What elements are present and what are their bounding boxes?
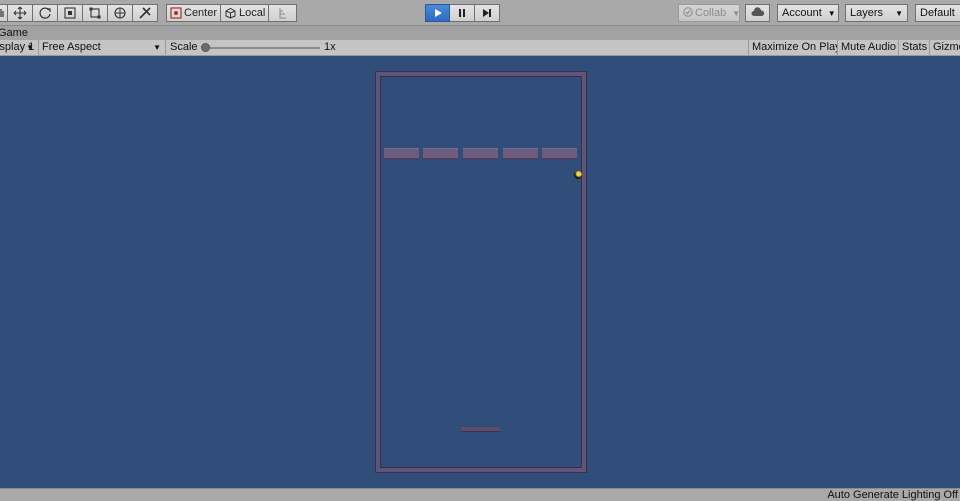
snap-icon xyxy=(277,7,289,19)
rect-icon xyxy=(88,6,102,20)
transform-tools xyxy=(0,4,158,22)
maximize-on-play-toggle[interactable]: Maximize On Play xyxy=(748,40,838,55)
pivot-mode-label: Center xyxy=(184,7,218,19)
aspect-label: Free Aspect xyxy=(42,41,101,53)
snap-button[interactable] xyxy=(269,4,298,22)
rect-tool-button[interactable] xyxy=(83,4,108,22)
layers-dropdown[interactable]: Layers ▼ xyxy=(845,4,908,22)
pivot-controls: Center Local xyxy=(166,4,298,22)
local-space-icon xyxy=(224,7,237,19)
mute-audio-toggle[interactable]: Mute Audio xyxy=(838,40,899,55)
transform-icon xyxy=(113,6,127,20)
account-label: Account xyxy=(782,7,822,19)
layout-dropdown[interactable]: Default xyxy=(915,4,960,22)
status-bar: Auto Generate Lighting Off xyxy=(0,488,960,501)
scale-slider-thumb[interactable] xyxy=(201,43,210,52)
pause-button[interactable] xyxy=(450,4,475,22)
checkmark-icon xyxy=(683,6,693,20)
layers-caret-icon: ▼ xyxy=(895,8,903,18)
paddle xyxy=(461,427,500,432)
view-tab-strip: Game xyxy=(0,26,960,40)
pivot-rotation-label: Local xyxy=(239,7,266,19)
hand-tool-button[interactable] xyxy=(0,4,8,22)
tab-game[interactable]: Game xyxy=(0,26,28,40)
brick xyxy=(423,148,458,160)
move-icon xyxy=(13,6,27,20)
custom-tool-button[interactable] xyxy=(133,4,158,22)
scale-tool-button[interactable] xyxy=(58,4,83,22)
custom-tool-icon xyxy=(138,6,152,20)
scale-slider-track[interactable] xyxy=(204,47,320,49)
collab-dropdown[interactable]: Collab ▼ xyxy=(678,4,740,22)
aspect-caret-icon: ▼ xyxy=(153,43,161,52)
gizmos-dropdown[interactable]: Gizmos xyxy=(930,40,960,55)
game-wall-frame xyxy=(376,72,586,472)
brick xyxy=(463,148,498,160)
move-tool-button[interactable] xyxy=(8,4,33,22)
brick xyxy=(384,148,419,160)
display-dropdown[interactable]: Display 1 ▼ xyxy=(0,40,39,55)
display-caret-icon: ▼ xyxy=(26,43,34,52)
account-dropdown[interactable]: Account ▼ xyxy=(777,4,839,22)
playback-controls xyxy=(425,4,500,22)
cloud-button[interactable] xyxy=(745,4,770,22)
main-toolbar: Center Local Collab ▼ Account ▼ Layers ▼… xyxy=(0,0,960,26)
cloud-icon xyxy=(751,6,765,20)
scale-icon xyxy=(63,6,77,20)
game-view-toolbar: Display 1 ▼ Free Aspect ▼ Scale 1x Maxim… xyxy=(0,40,960,56)
step-icon xyxy=(482,8,492,18)
brick xyxy=(503,148,538,160)
pause-icon xyxy=(457,8,467,18)
stats-toggle[interactable]: Stats xyxy=(899,40,930,55)
lighting-status-text: Auto Generate Lighting Off xyxy=(827,489,958,501)
pivot-mode-button[interactable]: Center xyxy=(166,4,222,22)
step-button[interactable] xyxy=(475,4,500,22)
layers-label: Layers xyxy=(850,7,884,19)
aspect-dropdown[interactable]: Free Aspect ▼ xyxy=(39,40,166,55)
play-button[interactable] xyxy=(425,4,450,22)
account-caret-icon: ▼ xyxy=(827,8,836,18)
ball xyxy=(574,171,582,179)
transform-tool-button[interactable] xyxy=(108,4,133,22)
pivot-rotation-button[interactable]: Local xyxy=(221,4,270,22)
rotate-tool-button[interactable] xyxy=(33,4,58,22)
brick xyxy=(542,148,577,160)
scale-value: 1x xyxy=(324,41,336,53)
collab-caret-icon: ▼ xyxy=(732,8,741,18)
play-icon xyxy=(433,8,443,18)
layout-label: Default xyxy=(920,7,955,19)
rotate-icon xyxy=(38,6,52,20)
hand-icon xyxy=(0,8,5,18)
pivot-center-icon xyxy=(170,7,182,19)
collab-label: Collab xyxy=(695,7,727,19)
